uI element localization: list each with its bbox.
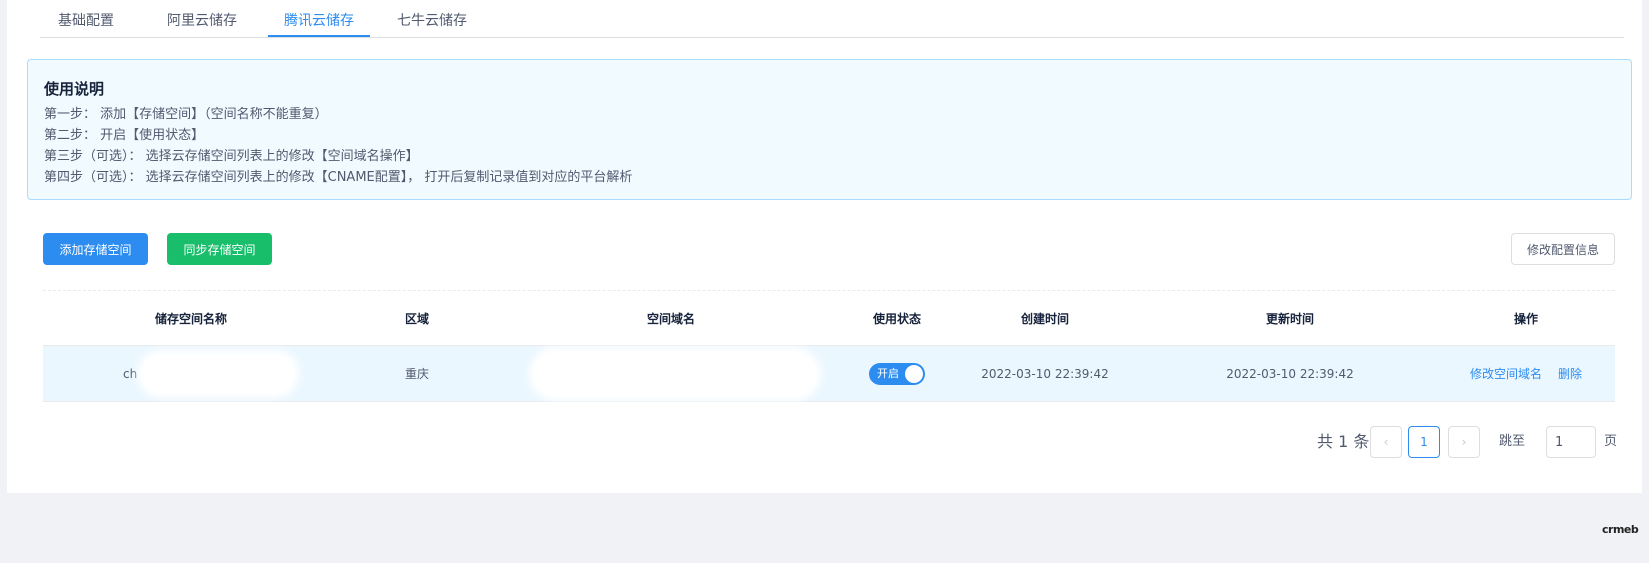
edit-domain-link[interactable]: 修改空间域名 [1470, 365, 1542, 382]
crmeb-logo: crmeb [1602, 523, 1639, 536]
edit-config-button[interactable]: 修改配置信息 [1511, 233, 1615, 265]
pagination-total: 共 1 条 [1317, 432, 1370, 451]
toggle-label: 开启 [877, 366, 899, 380]
usage-instructions: 使用说明 第一步： 添加【存储空间】（空间名称不能重复） 第二步： 开启【使用状… [27, 59, 1632, 200]
cell-storage-name: ch [43, 346, 339, 401]
status-toggle[interactable]: 开启 [869, 362, 925, 385]
cell-status: 开启 [847, 346, 947, 401]
col-header-status: 使用状态 [872, 311, 921, 326]
storage-name-text: ch [123, 366, 138, 381]
jump-to-label: 跳至 [1499, 434, 1526, 449]
cell-domain [495, 346, 847, 401]
sync-storage-button[interactable]: 同步存储空间 [167, 233, 272, 265]
col-header-region: 区域 [404, 311, 429, 326]
redaction-mask [143, 356, 293, 392]
instruction-step-2: 第二步： 开启【使用状态】 [44, 128, 205, 143]
table-header: 储存空间名称 区域 空间域名 使用状态 创建时间 更新时间 操作 [43, 291, 1615, 346]
instruction-step-3: 第三步（可选）： 选择云存储空间列表上的修改【空间域名操作】 [44, 149, 419, 164]
page-number-button[interactable]: 1 [1408, 426, 1440, 458]
chevron-right-icon: › [1461, 435, 1467, 449]
col-header-actions: 操作 [1513, 311, 1538, 326]
col-header-name: 储存空间名称 [154, 311, 227, 326]
col-header-domain: 空间域名 [646, 311, 695, 326]
instruction-step-1: 第一步： 添加【存储空间】（空间名称不能重复） [44, 107, 328, 122]
content-card: 基础配置 阿里云储存 腾讯云储存 七牛云储存 使用说明 第一步： 添加【存储空间… [7, 0, 1642, 493]
col-header-created: 创建时间 [1020, 311, 1069, 326]
toggle-knob [905, 364, 923, 383]
tab-qiniu-storage[interactable]: 七牛云储存 [382, 10, 482, 38]
cell-actions: 修改空间域名 删除 [1437, 346, 1615, 401]
active-tab-indicator [268, 35, 370, 37]
col-header-updated: 更新时间 [1265, 311, 1314, 326]
page-suffix-label: 页 [1604, 434, 1618, 449]
add-storage-button[interactable]: 添加存储空间 [43, 233, 148, 265]
cell-created-time: 2022-03-10 22:39:42 [981, 366, 1109, 381]
storage-table: 储存空间名称 区域 空间域名 使用状态 创建时间 更新时间 操作 ch 重庆 开… [43, 290, 1615, 402]
next-page-button[interactable]: › [1448, 426, 1480, 458]
tab-basic-config[interactable]: 基础配置 [40, 10, 132, 38]
cell-updated-time: 2022-03-10 22:39:42 [1226, 366, 1354, 381]
chevron-left-icon: ‹ [1383, 435, 1389, 449]
jump-page-input[interactable] [1546, 426, 1596, 458]
table-row: ch 重庆 开启 2022-03-10 22:39:42 2022-03-10 … [43, 346, 1615, 402]
instruction-step-4: 第四步（可选）： 选择云存储空间列表上的修改【CNAME配置】， 打开后复制记录… [44, 170, 633, 185]
prev-page-button[interactable]: ‹ [1370, 426, 1402, 458]
redaction-mask [535, 353, 815, 395]
instructions-title: 使用说明 [44, 80, 105, 98]
delete-link[interactable]: 删除 [1558, 365, 1582, 382]
storage-tabs: 基础配置 阿里云储存 腾讯云储存 七牛云储存 [40, 0, 1624, 38]
tab-tencent-storage[interactable]: 腾讯云储存 [268, 10, 370, 38]
cell-region: 重庆 [404, 367, 429, 381]
tab-aliyun-storage[interactable]: 阿里云储存 [152, 10, 252, 38]
